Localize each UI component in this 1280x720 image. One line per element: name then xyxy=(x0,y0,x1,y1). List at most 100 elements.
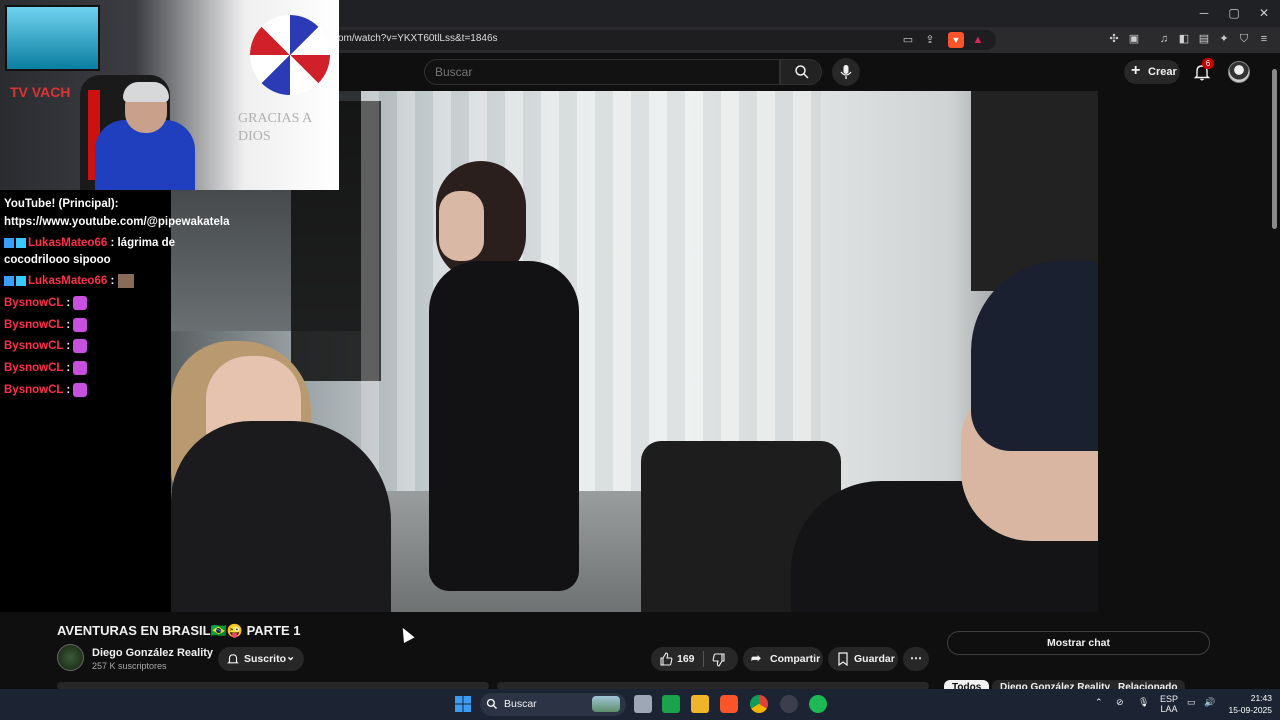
subscribed-label: Suscrito xyxy=(244,653,287,665)
chat-text: : xyxy=(63,297,71,309)
share-label: Compartir xyxy=(770,653,821,665)
chat-username: BysnowCL xyxy=(4,340,64,352)
search-icon xyxy=(795,65,809,79)
brave-shields-icon[interactable]: ▼ xyxy=(948,32,964,48)
chat-text: YouTube! (Principal): xyxy=(4,198,119,210)
chat-message: https://www.youtube.com/@pipewakatela xyxy=(4,214,230,231)
brave-browser-icon[interactable] xyxy=(720,695,738,713)
thumbs-down-icon[interactable] xyxy=(712,653,726,667)
chat-text: : xyxy=(63,340,71,352)
search-highlight-icon xyxy=(592,696,620,712)
display-icon[interactable]: ▭ xyxy=(1187,697,1196,708)
chat-text: https://www.youtube.com/@pipewakatela xyxy=(4,216,230,228)
chat-username: BysnowCL xyxy=(4,319,64,331)
bookmark-icon xyxy=(838,652,848,666)
network-off-icon[interactable]: ⊘ xyxy=(1116,697,1124,708)
sidebar-icon[interactable]: ◧ xyxy=(1176,31,1192,47)
thumbs-up-icon[interactable] xyxy=(659,652,673,666)
chat-badge-icon xyxy=(16,275,26,286)
clock-time: 21:43 xyxy=(1250,693,1272,703)
video-person-body xyxy=(429,261,579,591)
chat-text: : xyxy=(63,362,71,374)
maximize-button[interactable]: ▢ xyxy=(1226,5,1242,21)
chat-username: BysnowCL xyxy=(4,297,64,309)
scrollbar-thumb[interactable] xyxy=(1272,69,1277,229)
show-chat-button[interactable]: Mostrar chat xyxy=(947,631,1210,655)
chat-text: : xyxy=(107,275,115,287)
menu-icon[interactable]: ≡ xyxy=(1256,31,1272,47)
more-icon: ⋯ xyxy=(910,651,922,665)
task-view-icon[interactable] xyxy=(634,695,652,713)
search-button[interactable] xyxy=(780,59,822,85)
webcam-streamer-hair xyxy=(123,82,169,102)
chat-message: BysnowCL : xyxy=(4,317,88,334)
share-button[interactable]: ➦ Compartir xyxy=(743,647,823,671)
windows-taskbar: Buscar ⌃ ⊘ 🎙 ESP LAA ▭ 🔊 21:43 15-09-202… xyxy=(0,689,1280,720)
chat-text: : xyxy=(63,384,71,396)
chat-emote-icon xyxy=(117,273,134,288)
chat-emote-icon xyxy=(73,338,88,353)
chat-message: YouTube! (Principal): xyxy=(4,196,119,213)
divider xyxy=(703,651,704,667)
chat-username: BysnowCL xyxy=(4,362,64,374)
channel-avatar[interactable] xyxy=(57,644,84,671)
account-avatar[interactable] xyxy=(1228,61,1250,83)
file-explorer-icon[interactable] xyxy=(691,695,709,713)
chat-message: LukasMateo66 : lágrima de xyxy=(4,235,175,252)
voice-search-button[interactable] xyxy=(832,58,860,86)
bell-icon xyxy=(227,654,239,664)
search-input[interactable] xyxy=(435,65,765,79)
create-label: Crear xyxy=(1148,66,1177,78)
chat-emote-icon xyxy=(73,317,88,332)
cast-icon[interactable]: ▭ xyxy=(900,32,916,48)
webcam-flag-rosette xyxy=(250,15,330,95)
video-person-face xyxy=(439,191,484,261)
chat-message: BysnowCL : xyxy=(4,360,88,377)
extensions-icon[interactable]: ✣ xyxy=(1106,31,1122,47)
close-button[interactable]: ✕ xyxy=(1256,5,1272,21)
brave-rewards-icon[interactable]: ▲ xyxy=(970,32,986,48)
address-bar[interactable]: om/watch?v=YKXT60tlLss&t=1846s ▭ ⇪ ▼ ▲ xyxy=(330,30,996,50)
leo-ai-icon[interactable]: ✦ xyxy=(1216,31,1232,47)
taskbar-search[interactable]: Buscar xyxy=(480,693,626,716)
minimize-button[interactable]: ─ xyxy=(1196,5,1212,21)
steam-icon[interactable] xyxy=(780,695,798,713)
share-icon[interactable]: ⇪ xyxy=(922,32,938,48)
subscribed-button[interactable]: Suscrito ⌄ xyxy=(218,647,304,671)
video-info: AVENTURAS EN BRASIL🇧🇷😜 PARTE 1 Diego Gon… xyxy=(0,612,1280,695)
taskbar-search-label: Buscar xyxy=(504,698,537,710)
keyboard-layout: LAA xyxy=(1160,704,1178,714)
wallet-icon[interactable]: ▤ xyxy=(1196,31,1212,47)
search-icon xyxy=(486,698,497,709)
clock-date: 15-09-2025 xyxy=(1228,705,1272,715)
volume-icon[interactable]: 🔊 xyxy=(1204,697,1215,708)
save-button[interactable]: Guardar xyxy=(828,647,898,671)
chat-message: LukasMateo66 : xyxy=(4,273,134,290)
language-indicator[interactable]: ESP LAA xyxy=(1160,694,1178,714)
more-actions-button[interactable]: ⋯ xyxy=(903,647,929,671)
chevron-down-icon: ⌄ xyxy=(286,651,296,663)
chat-emote-icon xyxy=(73,295,88,310)
vpn-icon[interactable]: ⛉ xyxy=(1236,31,1252,47)
spotify-icon[interactable] xyxy=(809,695,827,713)
share-arrow-icon: ➦ xyxy=(751,651,762,665)
windows-start-icon[interactable] xyxy=(454,695,472,713)
mic-tray-icon[interactable]: 🎙 xyxy=(1138,697,1149,708)
sheets-app-icon[interactable] xyxy=(662,695,680,713)
create-button[interactable]: + Crear xyxy=(1124,60,1180,84)
tab-icon[interactable]: ▣ xyxy=(1126,31,1142,47)
chat-message: cocodrilooo sipooo xyxy=(4,252,111,269)
search-box[interactable] xyxy=(424,59,780,85)
chat-emote-icon xyxy=(73,382,88,397)
plus-icon: + xyxy=(1131,62,1141,79)
chat-text: cocodrilooo sipooo xyxy=(4,254,111,266)
chrome-icon[interactable] xyxy=(750,695,768,713)
page-scrollbar[interactable] xyxy=(1270,61,1278,681)
taskbar-clock[interactable]: 21:43 15-09-2025 xyxy=(1226,692,1272,716)
tray-chevron-icon[interactable]: ⌃ xyxy=(1095,697,1103,708)
webcam-sign-text: GRACIAS A DIOS xyxy=(238,111,312,144)
like-count[interactable]: 169 xyxy=(677,653,695,665)
media-icon[interactable]: ♫ xyxy=(1156,31,1172,47)
microphone-icon xyxy=(840,65,852,79)
channel-name[interactable]: Diego González Reality xyxy=(92,647,213,659)
